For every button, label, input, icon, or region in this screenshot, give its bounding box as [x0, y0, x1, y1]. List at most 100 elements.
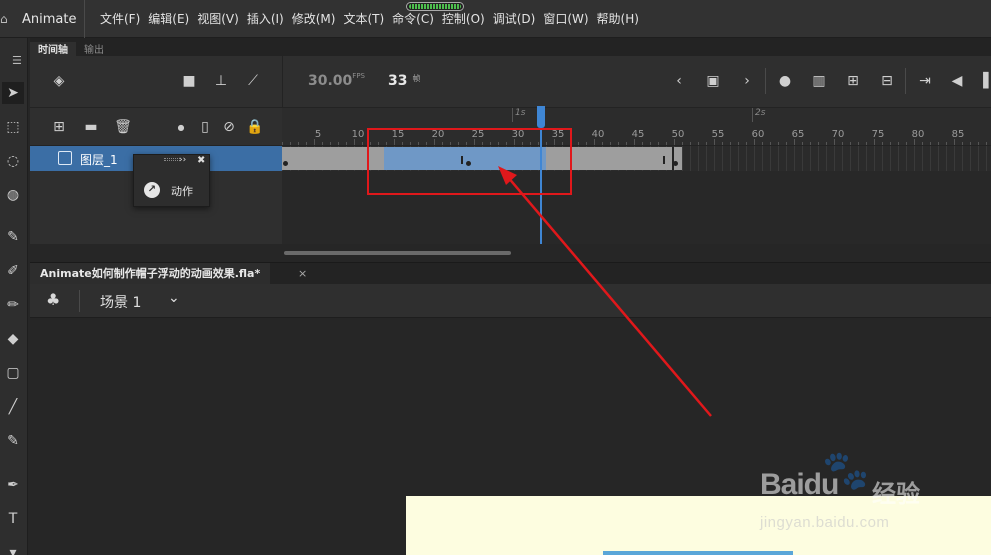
- paint-bucket-icon[interactable]: ▾: [2, 542, 24, 555]
- new-layer-icon[interactable]: ⊞: [50, 118, 68, 136]
- panel-tabs: 时间轴 输出: [30, 38, 991, 60]
- insert-keyframe-icon[interactable]: ⊞: [844, 72, 862, 90]
- ruler-tick: [298, 142, 299, 145]
- stop-icon[interactable]: ▣: [704, 72, 722, 90]
- baidu-watermark: 🐾 Baidu 经验 jingyan.baidu.com: [760, 446, 991, 555]
- line-icon[interactable]: ╱: [2, 396, 24, 418]
- new-folder-icon[interactable]: ▬: [82, 118, 100, 136]
- playhead-handle[interactable]: [537, 106, 545, 128]
- action-arrow-icon[interactable]: ↗: [144, 182, 160, 198]
- prev-frame-icon[interactable]: ‹: [670, 72, 688, 90]
- frame-cell-divider: [778, 146, 779, 171]
- scene-icon[interactable]: ♣: [46, 290, 60, 309]
- ruler-label: 65: [791, 129, 805, 140]
- lock-icon[interactable]: 🔒: [246, 118, 264, 136]
- ruler-label: 75: [871, 129, 885, 140]
- camera-icon[interactable]: ■: [180, 72, 198, 90]
- insert-blank-keyframe-icon[interactable]: ⊟: [878, 72, 896, 90]
- menu-insert[interactable]: 插入(I): [243, 0, 288, 38]
- pencil-icon[interactable]: ✎: [2, 430, 24, 452]
- edit-multiple-frames-icon[interactable]: ▥: [810, 72, 828, 90]
- timeline-scrollbar[interactable]: [282, 244, 991, 262]
- graph-icon[interactable]: ⟋: [244, 72, 262, 90]
- frame-cell-divider: [802, 146, 803, 171]
- frame-cell-divider: [882, 146, 883, 171]
- next-frame-icon[interactable]: ›: [738, 72, 756, 90]
- action-label[interactable]: 动作: [171, 183, 193, 199]
- frame-cell-divider: [874, 146, 875, 171]
- close-document-icon[interactable]: ×: [298, 267, 307, 280]
- ruler-tick: [282, 142, 283, 145]
- menu-help[interactable]: 帮助(H): [593, 0, 643, 38]
- ruler-tick: [650, 142, 651, 145]
- frame-cell-divider: [730, 146, 731, 171]
- toolbar-menu-icon[interactable]: ☰: [12, 54, 22, 67]
- ruler-label: 60: [751, 129, 765, 140]
- ruler-tick: [602, 142, 603, 145]
- current-frame-display[interactable]: 33 帧: [388, 73, 420, 89]
- 3d-rotation-icon[interactable]: ◍: [2, 184, 24, 206]
- ruler-tick: [362, 142, 363, 145]
- keyframe-dot: [673, 161, 678, 166]
- ruler-label: 10: [351, 129, 365, 140]
- pen-icon[interactable]: ✒: [2, 474, 24, 496]
- layer-parenting-icon[interactable]: ⊥: [212, 72, 230, 90]
- text-tool-icon[interactable]: T: [2, 508, 24, 530]
- fps-display[interactable]: 30.00FPS: [308, 72, 365, 89]
- highlight-layers-icon[interactable]: ●: [172, 118, 190, 136]
- ruler-tick: [618, 142, 619, 145]
- frame-cell-divider: [794, 146, 795, 171]
- ruler-tick: [866, 142, 867, 145]
- frame-marker: [663, 156, 665, 164]
- menu-window[interactable]: 窗口(W): [539, 0, 592, 38]
- frame-cell-divider: [842, 146, 843, 171]
- home-icon[interactable]: ⌂: [0, 12, 8, 26]
- frame-cell-divider: [954, 146, 955, 171]
- brush-icon[interactable]: ✐: [2, 260, 24, 282]
- layer-name[interactable]: 图层_1: [80, 151, 118, 168]
- scrollbar-thumb[interactable]: [284, 251, 511, 255]
- outline-icon[interactable]: ▯: [196, 118, 214, 136]
- eraser-icon[interactable]: ◆: [2, 328, 24, 350]
- ruler-tick: [938, 142, 939, 145]
- menu-text[interactable]: 文本(T): [339, 0, 388, 38]
- close-icon[interactable]: ✖: [197, 155, 205, 166]
- ruler-tick: [962, 142, 963, 145]
- collapse-icon[interactable]: ››: [179, 155, 186, 165]
- selection-tool-icon[interactable]: ➤: [2, 82, 24, 104]
- ruler-tick: [706, 142, 707, 145]
- ruler-tick: [978, 142, 979, 145]
- ruler-tick: [858, 142, 859, 145]
- menu-modify[interactable]: 修改(M): [288, 0, 340, 38]
- menu-edit[interactable]: 编辑(E): [144, 0, 193, 38]
- ruler-label: 55: [711, 129, 725, 140]
- ruler-tick: [946, 142, 947, 145]
- menu-file[interactable]: 文件(F): [96, 0, 144, 38]
- loop-icon[interactable]: ▐: [974, 72, 991, 90]
- frame-cell-divider: [826, 146, 827, 171]
- frame-unit: 帧: [412, 74, 421, 83]
- fluid-brush-icon[interactable]: ✏: [2, 294, 24, 316]
- annotation-highlight-box: [367, 128, 572, 195]
- rectangle-icon[interactable]: ▢: [2, 362, 24, 384]
- chevron-down-icon[interactable]: ⌄: [168, 290, 180, 306]
- frame-cell-divider: [682, 146, 683, 171]
- frame-cell-divider: [938, 146, 939, 171]
- layers-icon[interactable]: ◈: [50, 72, 68, 90]
- free-transform-icon[interactable]: ⬚: [2, 116, 24, 138]
- menu-debug[interactable]: 调试(D): [489, 0, 540, 38]
- paint-brush-icon[interactable]: ✎: [2, 226, 24, 248]
- hide-layers-icon[interactable]: ⊘: [220, 118, 238, 136]
- span-end: [672, 147, 674, 170]
- ruler-second-line: [752, 108, 753, 122]
- insert-tween-icon[interactable]: ⇥: [916, 72, 934, 90]
- animate-app: ⌂ Animate 文件(F) 编辑(E) 视图(V) 插入(I) 修改(M) …: [0, 0, 991, 555]
- onion-skin-icon[interactable]: ●: [776, 72, 794, 90]
- ruler-tick: [578, 142, 579, 145]
- menu-view[interactable]: 视图(V): [193, 0, 243, 38]
- document-tab[interactable]: Animate如何制作帽子浮动的动画效果.fla*: [30, 263, 271, 285]
- lasso-icon[interactable]: ◌: [2, 150, 24, 172]
- delete-icon[interactable]: 🗑: [114, 118, 132, 136]
- popup-grip[interactable]: [164, 158, 180, 161]
- prev-keyframe-icon[interactable]: ◀: [948, 72, 966, 90]
